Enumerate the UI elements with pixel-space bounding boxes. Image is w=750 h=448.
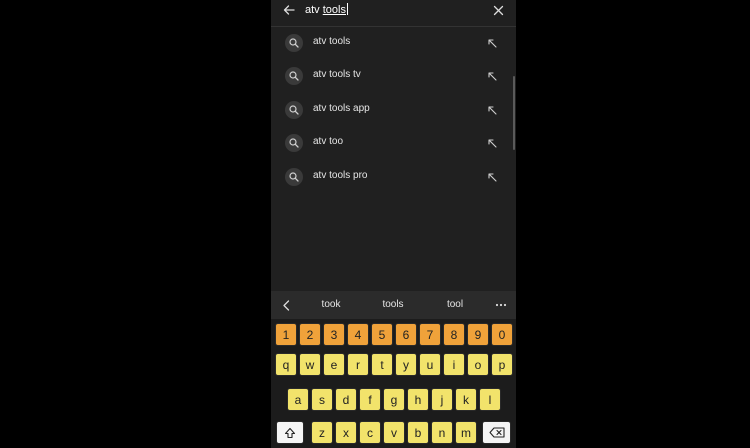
key-k[interactable]: k bbox=[455, 388, 477, 411]
suggestion-item[interactable]: atv tools bbox=[271, 26, 516, 59]
suggestion-search-icon-wrap bbox=[285, 168, 303, 186]
suggestion-label: atv tools app bbox=[313, 103, 370, 114]
shift-key[interactable] bbox=[276, 421, 304, 444]
key-g[interactable]: g bbox=[383, 388, 405, 411]
key-u[interactable]: u bbox=[419, 353, 441, 376]
key-2[interactable]: 2 bbox=[299, 323, 321, 346]
arrow-left-icon bbox=[283, 5, 295, 15]
arrow-up-left-icon bbox=[487, 172, 497, 182]
backspace-key[interactable] bbox=[482, 421, 511, 444]
search-query-second: tools bbox=[322, 4, 346, 16]
word-suggestion[interactable]: took bbox=[306, 299, 356, 310]
key-7[interactable]: 7 bbox=[419, 323, 441, 346]
key-d[interactable]: d bbox=[335, 388, 357, 411]
key-5[interactable]: 5 bbox=[371, 323, 393, 346]
suggestion-label: atv tools tv bbox=[313, 69, 361, 80]
key-y[interactable]: y bbox=[395, 353, 417, 376]
text-caret bbox=[346, 3, 348, 15]
fill-query-button[interactable] bbox=[485, 36, 499, 50]
suggestion-item[interactable]: atv tools app bbox=[271, 93, 516, 126]
key-f[interactable]: f bbox=[359, 388, 381, 411]
key-n[interactable]: n bbox=[431, 421, 453, 444]
key-l[interactable]: l bbox=[479, 388, 501, 411]
key-w[interactable]: w bbox=[299, 353, 321, 376]
key-m[interactable]: m bbox=[455, 421, 477, 444]
arrow-up-left-icon bbox=[487, 105, 497, 115]
key-1[interactable]: 1 bbox=[275, 323, 297, 346]
suggestion-label: atv too bbox=[313, 136, 344, 147]
key-4[interactable]: 4 bbox=[347, 323, 369, 346]
more-options-button[interactable] bbox=[493, 297, 509, 313]
suggestion-label: atv tools pro bbox=[313, 170, 368, 181]
arrow-up-left-icon bbox=[487, 138, 497, 148]
fill-query-button[interactable] bbox=[485, 103, 499, 117]
key-t[interactable]: t bbox=[371, 353, 393, 376]
key-8[interactable]: 8 bbox=[443, 323, 465, 346]
key-6[interactable]: 6 bbox=[395, 323, 417, 346]
key-c[interactable]: c bbox=[359, 421, 381, 444]
search-icon bbox=[289, 172, 299, 182]
fill-query-button[interactable] bbox=[485, 136, 499, 150]
key-x[interactable]: x bbox=[335, 421, 357, 444]
suggestion-item[interactable]: atv tools pro bbox=[271, 160, 516, 193]
key-0[interactable]: 0 bbox=[491, 323, 513, 346]
key-b[interactable]: b bbox=[407, 421, 429, 444]
key-s[interactable]: s bbox=[311, 388, 333, 411]
keyboard: 1 2 3 4 5 6 7 8 9 0 q w e r t y u i o p … bbox=[271, 319, 516, 448]
key-z[interactable]: z bbox=[311, 421, 333, 444]
search-icon bbox=[289, 138, 299, 148]
search-icon bbox=[289, 71, 299, 81]
arrow-up-left-icon bbox=[487, 38, 497, 48]
key-p[interactable]: p bbox=[491, 353, 513, 376]
more-horizontal-icon bbox=[495, 303, 507, 307]
shift-icon bbox=[284, 427, 296, 438]
suggestion-search-icon-wrap bbox=[285, 34, 303, 52]
word-suggestion[interactable]: tool bbox=[430, 299, 480, 310]
collapse-suggestions-button[interactable] bbox=[279, 298, 293, 312]
key-9[interactable]: 9 bbox=[467, 323, 489, 346]
fill-query-button[interactable] bbox=[485, 69, 499, 83]
close-icon bbox=[493, 5, 503, 15]
key-i[interactable]: i bbox=[443, 353, 465, 376]
backspace-icon bbox=[488, 427, 505, 438]
suggestion-search-icon-wrap bbox=[285, 101, 303, 119]
back-button[interactable] bbox=[281, 2, 297, 18]
key-3[interactable]: 3 bbox=[323, 323, 345, 346]
search-icon bbox=[289, 38, 299, 48]
key-a[interactable]: a bbox=[287, 388, 309, 411]
search-bar: atv tools bbox=[271, 0, 516, 27]
suggestion-search-icon-wrap bbox=[285, 67, 303, 85]
suggestion-label: atv tools bbox=[313, 36, 351, 47]
key-j[interactable]: j bbox=[431, 388, 453, 411]
fill-query-button[interactable] bbox=[485, 170, 499, 184]
word-suggestion[interactable]: tools bbox=[368, 299, 418, 310]
scrollbar[interactable] bbox=[513, 76, 515, 150]
keyboard-suggestion-bar: took tools tool bbox=[271, 291, 516, 319]
key-r[interactable]: r bbox=[347, 353, 369, 376]
key-h[interactable]: h bbox=[407, 388, 429, 411]
key-v[interactable]: v bbox=[383, 421, 405, 444]
chevron-left-icon bbox=[283, 299, 290, 311]
key-o[interactable]: o bbox=[467, 353, 489, 376]
key-e[interactable]: e bbox=[323, 353, 345, 376]
arrow-up-left-icon bbox=[487, 71, 497, 81]
search-query-first: atv bbox=[305, 4, 323, 16]
clear-button[interactable] bbox=[490, 2, 506, 18]
suggestion-item[interactable]: atv tools tv bbox=[271, 59, 516, 92]
phone-screen: atv tools atv tools atv tools tv atv too… bbox=[271, 0, 516, 448]
search-icon bbox=[289, 105, 299, 115]
suggestion-item[interactable]: atv too bbox=[271, 126, 516, 159]
search-input[interactable]: atv tools bbox=[305, 3, 348, 16]
key-q[interactable]: q bbox=[275, 353, 297, 376]
suggestion-search-icon-wrap bbox=[285, 134, 303, 152]
